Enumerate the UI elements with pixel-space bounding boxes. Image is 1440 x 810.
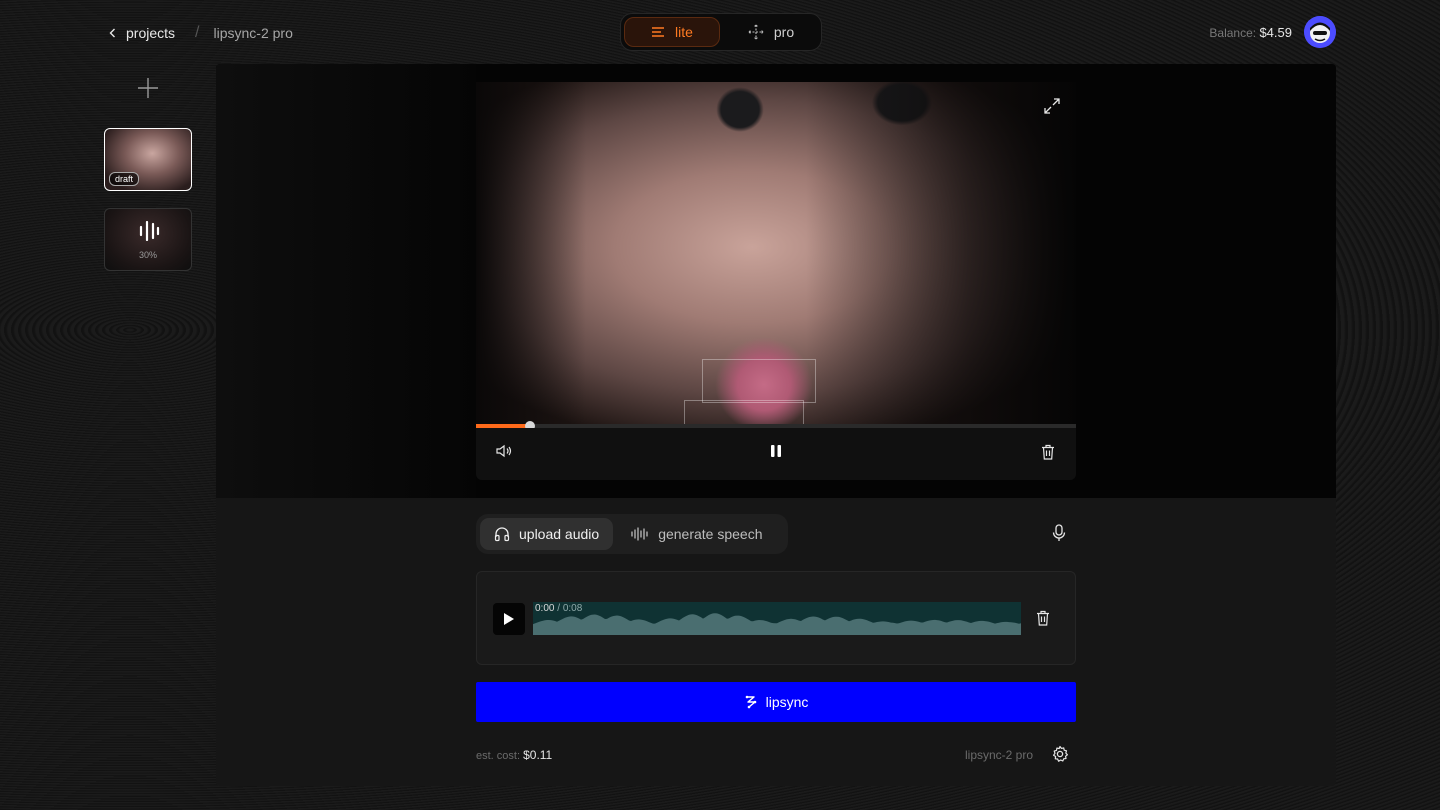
mode-lite-button[interactable]: lite (624, 17, 720, 47)
tab-generate-speech-label: generate speech (658, 526, 763, 542)
volume-icon[interactable] (496, 444, 513, 458)
stage-backdrop (216, 64, 476, 498)
play-icon (504, 613, 514, 625)
chevron-left-icon[interactable] (108, 28, 118, 38)
plus-icon (138, 78, 158, 98)
mode-lite-label: lite (675, 24, 693, 40)
audio-clip-card: 0:00 / 0:08 (476, 571, 1076, 665)
waveform-bars-icon (139, 221, 160, 241)
audio-current-time: 0:00 (535, 603, 555, 614)
video-preview[interactable] (476, 82, 1076, 426)
mic-icon[interactable] (1052, 524, 1066, 542)
delete-audio-icon[interactable] (1036, 610, 1050, 626)
project-sidebar: draft 30% (104, 64, 192, 271)
audio-wave-icon (631, 527, 648, 541)
balance-label: Balance: (1209, 26, 1257, 40)
expand-icon[interactable] (1044, 98, 1060, 114)
mode-pro-button[interactable]: pro (724, 17, 818, 47)
cost-value: $0.11 (523, 748, 553, 762)
audio-play-button[interactable] (493, 603, 525, 635)
mode-switch: lite pro (620, 13, 822, 51)
audio-source-tabs: upload audio generate speech (476, 514, 788, 554)
menu-lines-icon (652, 27, 665, 37)
lipsync-button-label: lipsync (765, 694, 809, 710)
model-name: lipsync-2 pro (965, 748, 1034, 762)
balance-value: $4.59 (1259, 25, 1292, 40)
video-controls (476, 428, 1076, 480)
audio-duration: 0:08 (562, 603, 583, 614)
progress-percent: 30% (138, 250, 157, 260)
top-bar: projects / lipsync-2 pro lite pro Balanc… (0, 0, 1440, 64)
tab-generate-speech[interactable]: generate speech (617, 518, 776, 550)
trash-icon[interactable] (1041, 444, 1055, 460)
projects-link[interactable]: projects (126, 25, 175, 41)
video-stage (216, 64, 1336, 498)
editor-panel: upload audio generate speech 0:00 / 0:08… (216, 64, 1336, 786)
processing-thumbnail[interactable]: 30% (104, 208, 192, 271)
lipsync-button[interactable]: lipsync (476, 682, 1076, 722)
draft-badge: draft (109, 172, 140, 186)
headphones-icon (494, 527, 510, 542)
face-tracking-box (702, 359, 816, 403)
cost-label: est. cost: (476, 750, 521, 762)
mode-pro-label: pro (773, 24, 795, 40)
estimated-cost: est. cost: $0.11 (476, 748, 552, 762)
video-shadow-left (476, 82, 586, 426)
sync-icon (745, 695, 756, 709)
audio-time-separator: / (554, 603, 563, 614)
add-item-button[interactable] (104, 64, 192, 112)
waveform-shape (533, 613, 1021, 635)
waveform-graphic (533, 613, 1021, 635)
breadcrumb-separator: / (195, 24, 200, 41)
breadcrumb: projects / lipsync-2 pro (108, 24, 293, 42)
pause-icon[interactable] (770, 444, 782, 458)
audio-time: 0:00 / 0:08 (535, 603, 582, 614)
breadcrumb-model: lipsync-2 pro (213, 25, 293, 41)
avatar-image (1304, 16, 1336, 48)
tab-upload-audio[interactable]: upload audio (480, 518, 614, 550)
audio-waveform[interactable] (533, 602, 1021, 635)
mouth-tracking-box (684, 400, 804, 426)
avatar[interactable] (1304, 16, 1336, 48)
tab-upload-audio-label: upload audio (519, 526, 600, 542)
video-shadow-right (806, 82, 1076, 426)
gear-icon[interactable] (1051, 745, 1069, 763)
draft-thumbnail[interactable]: draft (104, 128, 192, 191)
move-icon (748, 24, 764, 40)
balance: Balance: $4.59 (1209, 25, 1292, 40)
